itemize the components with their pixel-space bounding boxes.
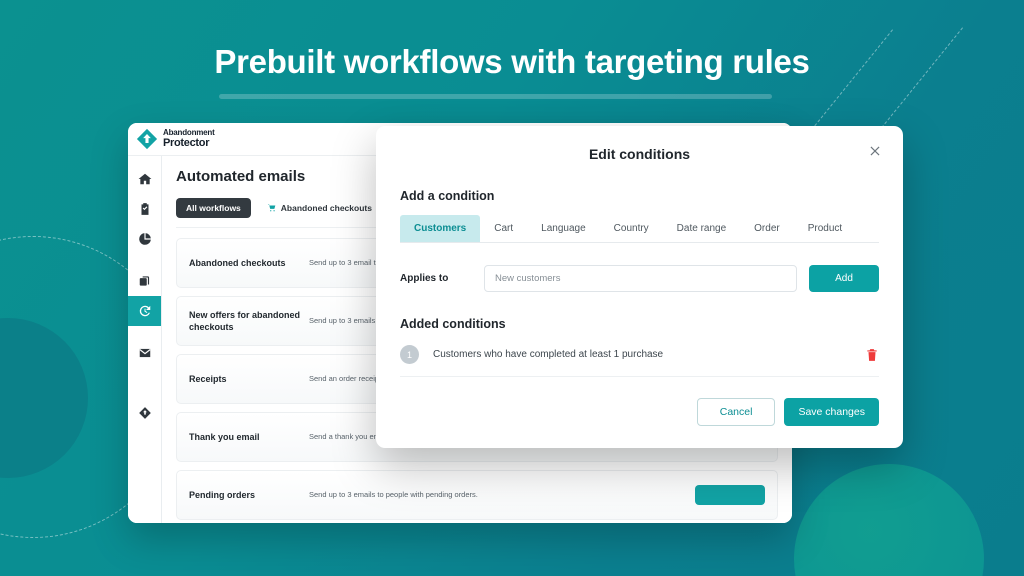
workflow-name: Receipts [189, 373, 227, 384]
modal-body: Add a condition Customers Cart Language … [376, 189, 903, 377]
app-logo-text: Abandonment Protector [163, 129, 215, 149]
sidebar-item-automations[interactable] [128, 296, 161, 326]
sidebar-item-templates[interactable] [128, 266, 161, 296]
tab-cart[interactable]: Cart [480, 215, 527, 242]
trash-icon [867, 348, 877, 361]
sidebar-item-home[interactable] [128, 164, 161, 194]
modal-header: Edit conditions [376, 126, 903, 164]
edit-conditions-modal: Edit conditions Add a condition Customer… [376, 126, 903, 448]
tab-country[interactable]: Country [600, 215, 663, 242]
tab-language[interactable]: Language [527, 215, 600, 242]
workflow-action-button[interactable] [695, 485, 765, 505]
tab-all-workflows[interactable]: All workflows [176, 198, 251, 218]
condition-text: Customers who have completed at least 1 … [433, 349, 664, 360]
clipboard-check-icon [141, 203, 148, 215]
sidebar-item-upgrade[interactable] [128, 398, 161, 428]
workflow-name: Pending orders [189, 489, 256, 500]
table-row[interactable]: Pending orders Send up to 3 emails to pe… [176, 470, 778, 520]
history-clock-icon [139, 305, 150, 317]
diamond-arrow-icon [138, 407, 151, 419]
pie-chart-icon [138, 233, 151, 245]
tab-product[interactable]: Product [794, 215, 856, 242]
tab-abandoned-checkouts-label: Abandoned checkouts [280, 203, 372, 213]
workflow-description: Send up to 3 emails to people with pendi… [309, 489, 478, 499]
cancel-button[interactable]: Cancel [696, 398, 776, 426]
sidebar-item-tasks[interactable] [128, 194, 161, 224]
sidebar-item-emails[interactable] [128, 338, 161, 368]
tab-order[interactable]: Order [740, 215, 794, 242]
tab-date-range[interactable]: Date range [663, 215, 740, 242]
applies-to-row: Applies to New customers Add [400, 265, 879, 292]
logo-line-2: Protector [163, 137, 210, 149]
app-logo[interactable]: Abandonment Protector [136, 128, 215, 150]
workflow-name: Thank you email [189, 431, 260, 442]
tab-abandoned-checkouts[interactable]: Abandoned checkouts [267, 203, 372, 213]
delete-condition-button[interactable] [865, 347, 879, 363]
layers-icon [139, 276, 149, 286]
diamond-arrow-logo-icon [136, 128, 158, 150]
sidebar [128, 156, 162, 523]
envelope-icon [138, 348, 151, 358]
workflow-name: New offers for abandoned checkouts [189, 309, 301, 332]
page-headline: Prebuilt workflows with targeting rules [214, 43, 810, 80]
condition-type-tabs: Customers Cart Language Country Date ran… [400, 215, 879, 243]
decorative-circle-bottom-right [794, 464, 984, 576]
applies-to-input[interactable]: New customers [484, 265, 797, 292]
list-item: 1 Customers who have completed at least … [400, 345, 879, 377]
close-icon [870, 146, 880, 156]
add-button[interactable]: Add [809, 265, 879, 292]
headline-underline [219, 94, 772, 99]
save-changes-button[interactable]: Save changes [784, 398, 879, 426]
logo-line-1: Abandonment [163, 128, 215, 137]
workflow-name: Abandoned checkouts [189, 257, 286, 268]
applies-to-placeholder: New customers [495, 273, 561, 284]
close-button[interactable] [868, 144, 886, 162]
applies-to-label: Applies to [400, 273, 449, 284]
tab-customers[interactable]: Customers [400, 215, 481, 242]
modal-title: Edit conditions [588, 146, 691, 162]
add-condition-label: Add a condition [400, 189, 495, 203]
modal-footer: Cancel Save changes [696, 398, 879, 426]
home-icon [138, 173, 151, 185]
shopping-cart-icon [267, 204, 276, 212]
condition-index: 1 [400, 345, 419, 364]
sidebar-item-analytics[interactable] [128, 224, 161, 254]
added-conditions-label: Added conditions [400, 317, 506, 331]
